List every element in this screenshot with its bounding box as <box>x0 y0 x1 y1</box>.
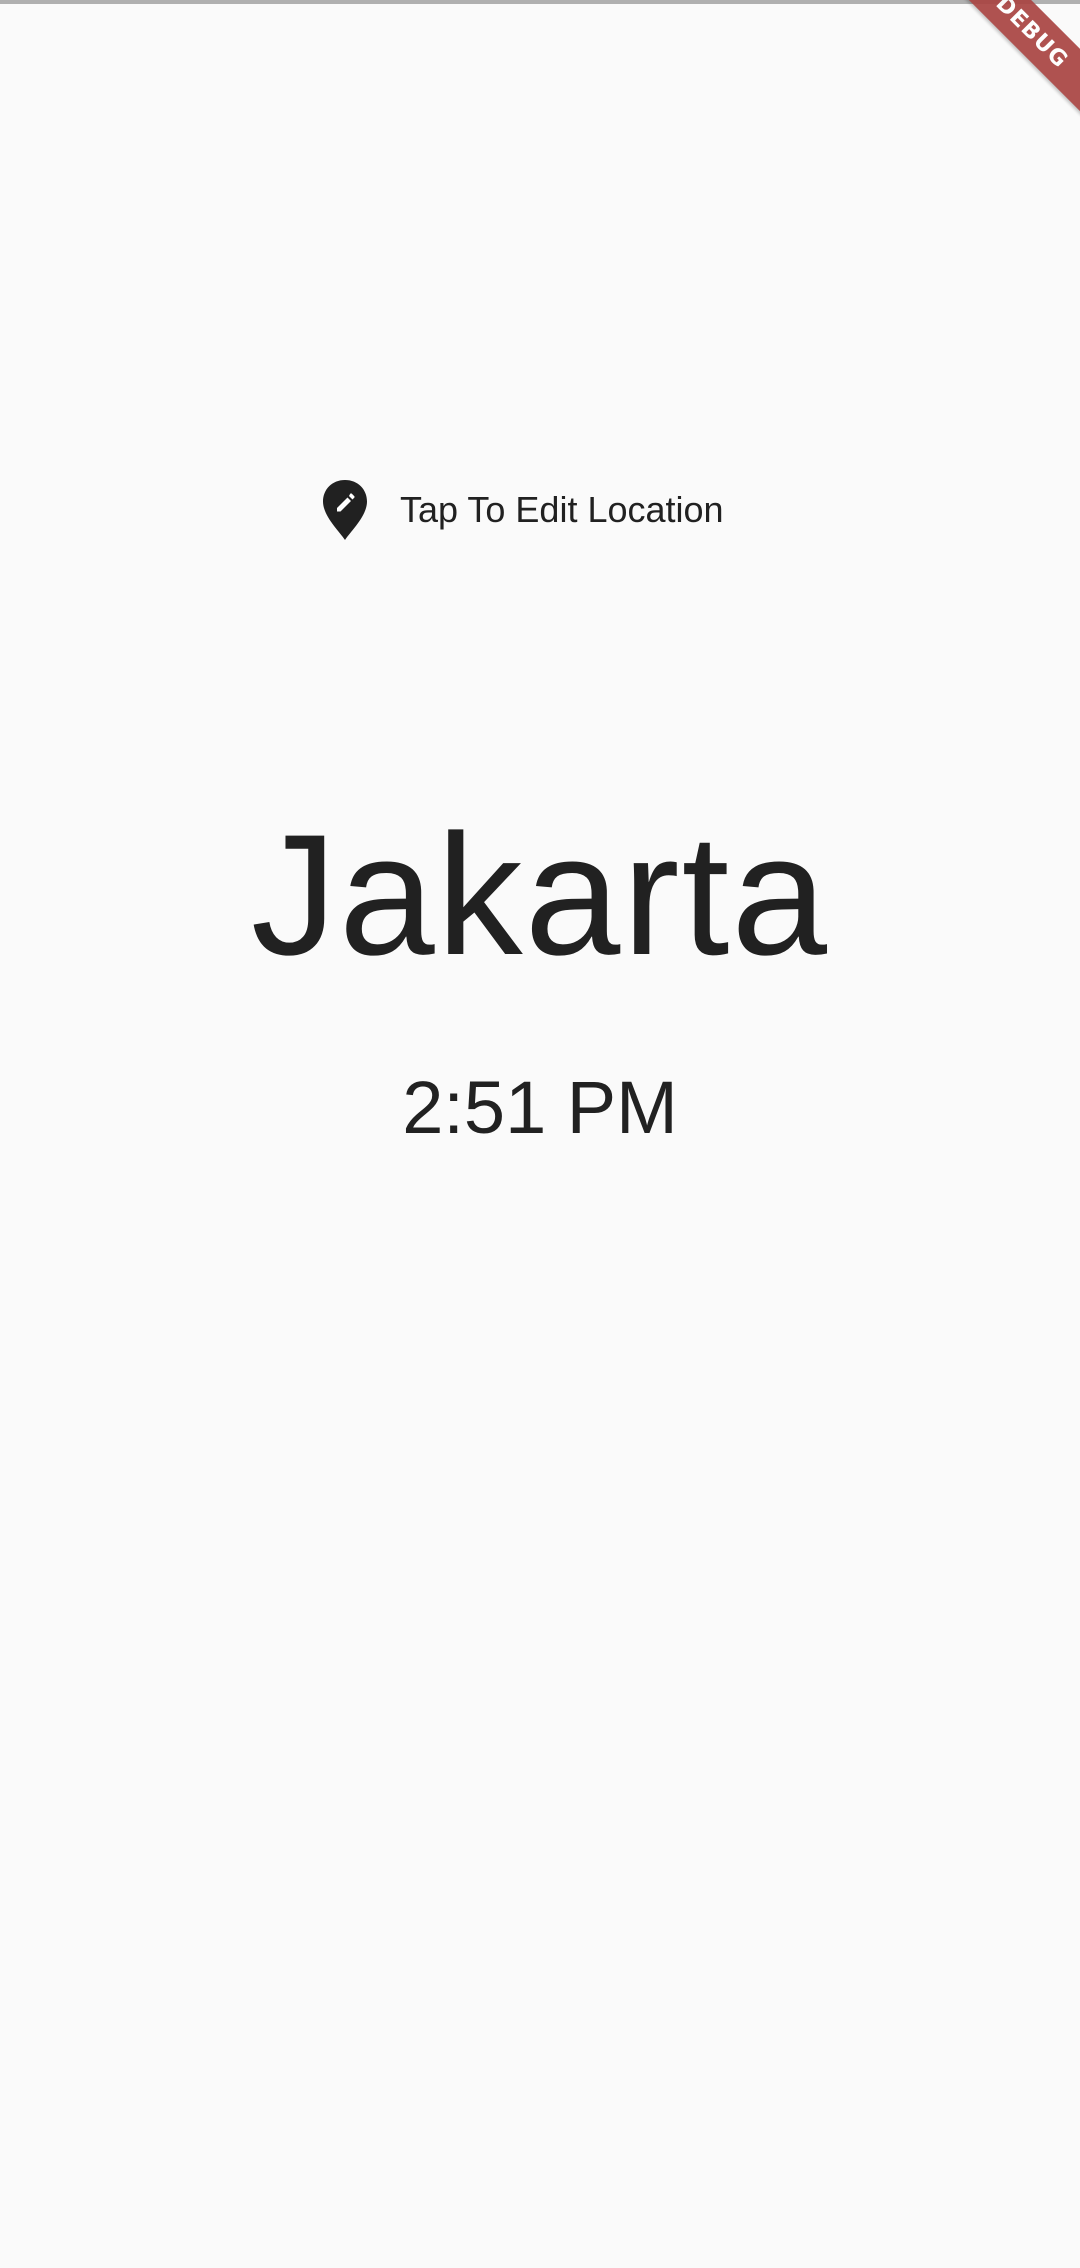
edit-location-icon <box>320 478 370 542</box>
debug-banner: DEBUG <box>942 0 1080 122</box>
debug-banner-label: DEBUG <box>990 0 1074 74</box>
city-name: Jakarta <box>250 799 830 991</box>
local-time: 2:51 PM <box>402 1066 678 1149</box>
app-screen: DEBUG Tap To Edit Location Jakarta 2:51 … <box>0 0 1080 2268</box>
edit-location-label: Tap To Edit Location <box>400 489 724 530</box>
edit-location-button[interactable]: Tap To Edit Location <box>310 470 734 550</box>
top-divider <box>0 0 1080 4</box>
